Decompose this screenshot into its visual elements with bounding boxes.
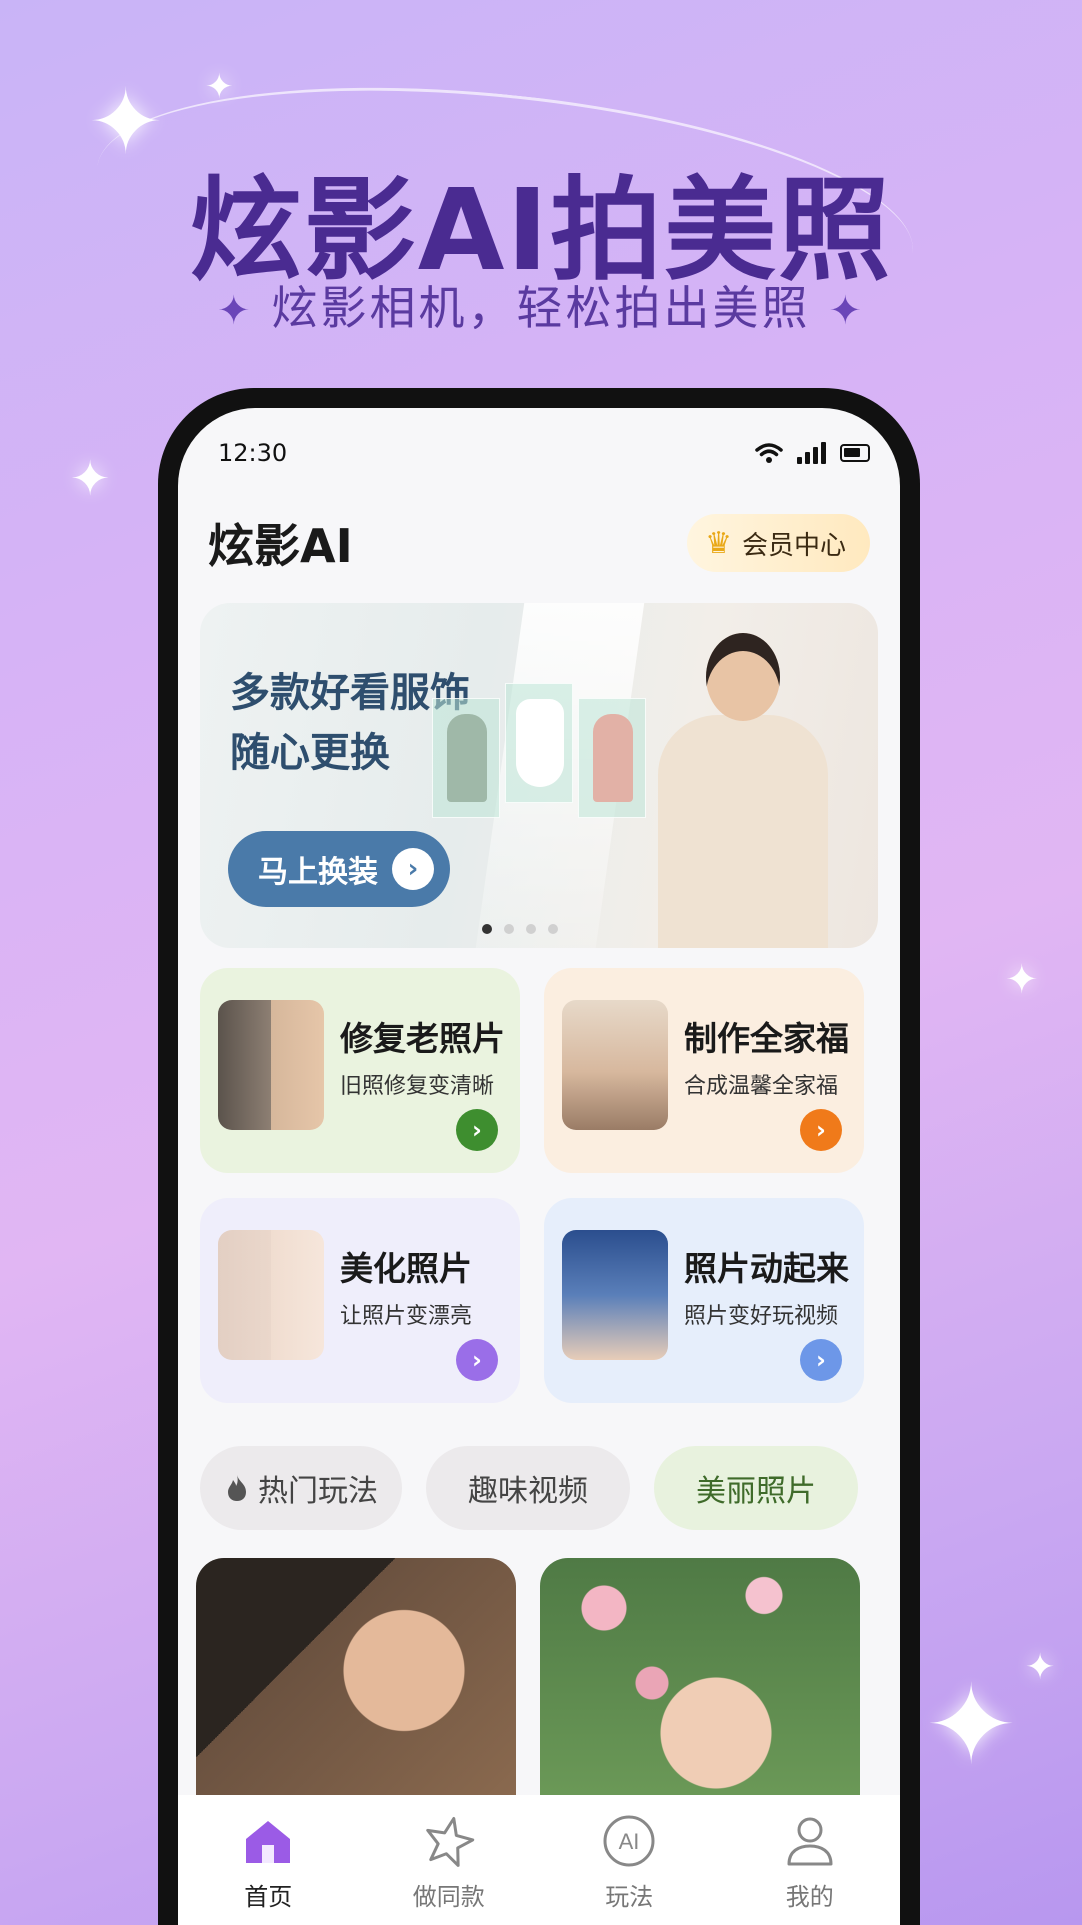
feature-desc: 旧照修复变清晰 bbox=[340, 1074, 495, 1099]
dress-image bbox=[447, 714, 487, 802]
feature-desc: 合成温馨全家福 bbox=[684, 1074, 839, 1099]
tab-fun-videos[interactable]: 趣味视频 bbox=[426, 1446, 630, 1530]
wifi-icon bbox=[755, 443, 783, 463]
nav-ai-plays[interactable]: AI 玩法 bbox=[569, 1813, 689, 1925]
home-icon bbox=[240, 1813, 296, 1869]
sparkle-icon: ✦ bbox=[1005, 957, 1039, 1003]
promo-subline-text: 炫影相机，轻松拍出美照 bbox=[271, 281, 811, 335]
sparkle-icon: ✦ bbox=[828, 288, 866, 334]
nav-profile[interactable]: 我的 bbox=[750, 1813, 870, 1925]
category-tabs: 热门玩法 趣味视频 美丽照片 bbox=[200, 1446, 878, 1534]
nav-label: 玩法 bbox=[605, 1883, 654, 1911]
signal-icon bbox=[797, 442, 826, 464]
feature-title: 照片动起来 bbox=[684, 1249, 849, 1288]
feature-desc: 让照片变漂亮 bbox=[340, 1304, 473, 1329]
tab-beautiful-photos[interactable]: 美丽照片 bbox=[654, 1446, 858, 1530]
sparkle-icon: ✦ bbox=[205, 67, 234, 107]
change-outfit-label: 马上换装 bbox=[258, 855, 378, 890]
nav-label: 我的 bbox=[785, 1883, 834, 1911]
outfit-panel-gown bbox=[505, 683, 573, 803]
tab-hot-plays[interactable]: 热门玩法 bbox=[200, 1446, 402, 1530]
feature-card-beautify-photo[interactable]: 美化照片 让照片变漂亮 › bbox=[200, 1198, 520, 1403]
change-outfit-button[interactable]: 马上换装 › bbox=[228, 831, 450, 907]
sparkle-icon: ✦ bbox=[925, 1661, 1018, 1789]
sparkle-icon: ✦ bbox=[1025, 1647, 1056, 1688]
vip-center-label: 会员中心 bbox=[741, 530, 846, 561]
feature-desc: 照片变好玩视频 bbox=[684, 1304, 839, 1329]
feature-title: 美化照片 bbox=[340, 1249, 472, 1288]
nav-make-same[interactable]: 做同款 bbox=[389, 1813, 509, 1925]
chevron-right-icon: › bbox=[800, 1339, 842, 1381]
status-bar: 12:30 bbox=[178, 408, 900, 480]
status-time: 12:30 bbox=[218, 439, 288, 467]
banner-carousel[interactable]: 多款好看服饰 随心更换 马上换装 › bbox=[200, 603, 878, 948]
feature-card-restore-photo[interactable]: 修复老照片 旧照修复变清晰 › bbox=[200, 968, 520, 1173]
crown-icon: ♛ bbox=[705, 525, 732, 561]
nav-home[interactable]: 首页 bbox=[208, 1813, 328, 1925]
dress-image bbox=[593, 714, 633, 802]
tab-label: 美丽照片 bbox=[696, 1474, 816, 1509]
carousel-dot bbox=[504, 924, 514, 934]
phone-screen: 12:30 炫影AI ♛ 会员中心 多款好看服饰 随心更换 马上换装 › 修复老… bbox=[178, 408, 900, 1925]
tab-label: 热门玩法 bbox=[258, 1474, 378, 1509]
photo-card-flower-lady[interactable] bbox=[540, 1558, 860, 1808]
photo-card-fan-lady[interactable] bbox=[196, 1558, 516, 1808]
chevron-right-icon: › bbox=[800, 1109, 842, 1151]
outfit-panel-qipao bbox=[432, 698, 500, 818]
tab-label: 趣味视频 bbox=[468, 1474, 588, 1509]
chevron-right-icon: › bbox=[392, 848, 434, 890]
ai-icon-text: AI bbox=[619, 1829, 640, 1854]
carousel-dot bbox=[526, 924, 536, 934]
photo-feed bbox=[196, 1558, 882, 1808]
phone-frame: 12:30 炫影AI ♛ 会员中心 多款好看服饰 随心更换 马上换装 › 修复老… bbox=[158, 388, 920, 1925]
feature-card-family-photo[interactable]: 制作全家福 合成温馨全家福 › bbox=[544, 968, 864, 1173]
feature-title: 修复老照片 bbox=[340, 1019, 505, 1058]
promo-subline: ✦ 炫影相机，轻松拍出美照 ✦ bbox=[0, 272, 1082, 338]
feature-title: 制作全家福 bbox=[684, 1019, 849, 1058]
feature-card-animate-photo[interactable]: 照片动起来 照片变好玩视频 › bbox=[544, 1198, 864, 1403]
carousel-indicator bbox=[482, 924, 558, 934]
dress-image bbox=[516, 699, 564, 787]
chevron-right-icon: › bbox=[456, 1109, 498, 1151]
bottom-navigation: 首页 做同款 AI 玩法 我的 bbox=[178, 1795, 900, 1925]
sparkle-icon: ✦ bbox=[70, 451, 111, 507]
nav-label: 首页 bbox=[244, 1883, 293, 1911]
outfit-panel-pink bbox=[578, 698, 646, 818]
chevron-right-icon: › bbox=[456, 1339, 498, 1381]
model-body bbox=[658, 715, 828, 948]
battery-icon bbox=[840, 444, 870, 462]
sparkle-icon: ✦ bbox=[216, 288, 254, 334]
feature-thumb-beautify bbox=[218, 1230, 324, 1360]
carousel-dot bbox=[482, 924, 492, 934]
model-head bbox=[706, 633, 780, 721]
vip-center-button[interactable]: ♛ 会员中心 bbox=[687, 514, 870, 572]
feature-thumb-restore bbox=[218, 1000, 324, 1130]
flame-icon bbox=[228, 1475, 246, 1501]
banner-model-image bbox=[658, 633, 828, 948]
user-icon bbox=[782, 1813, 838, 1869]
feature-thumb-animate bbox=[562, 1230, 668, 1360]
app-header: 炫影AI ♛ 会员中心 bbox=[208, 508, 870, 578]
nav-label: 做同款 bbox=[412, 1883, 485, 1911]
ai-icon: AI bbox=[601, 1813, 657, 1869]
app-title: 炫影AI bbox=[208, 519, 353, 573]
star-icon bbox=[421, 1813, 477, 1869]
feature-thumb-family bbox=[562, 1000, 668, 1130]
carousel-dot bbox=[548, 924, 558, 934]
